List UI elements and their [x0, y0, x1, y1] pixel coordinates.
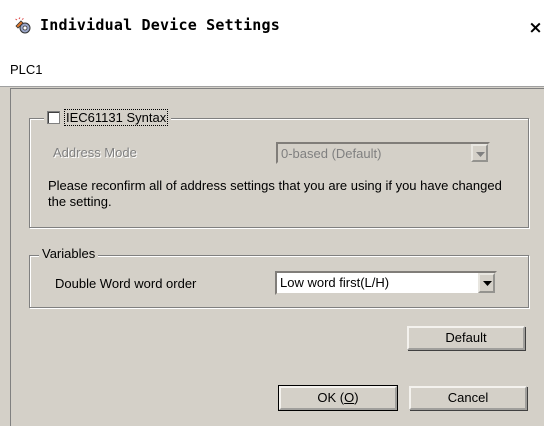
- cancel-button[interactable]: Cancel: [409, 386, 527, 410]
- iec-syntax-group: [29, 118, 529, 228]
- iec-syntax-checkbox[interactable]: [47, 111, 60, 124]
- iec-syntax-label[interactable]: IEC61131 Syntax: [64, 109, 169, 126]
- address-mode-value: 0-based (Default): [281, 146, 382, 161]
- title-bar: Individual Device Settings ×: [0, 0, 544, 56]
- ok-button-mnemonic: O: [344, 390, 355, 405]
- dword-order-label: Double Word word order: [55, 276, 197, 291]
- window-title: Individual Device Settings: [40, 16, 280, 34]
- close-button[interactable]: ×: [527, 18, 544, 38]
- iec-syntax-legend: IEC61131 Syntax: [44, 109, 172, 129]
- default-button[interactable]: Default: [407, 326, 525, 350]
- individual-device-settings-dialog: Individual Device Settings × PLC1 IEC611…: [0, 0, 544, 426]
- device-name: PLC1: [10, 62, 43, 77]
- address-reconfirm-note: Please reconfirm all of address settings…: [48, 178, 502, 209]
- ok-button-label-suffix: ): [354, 390, 359, 405]
- dword-order-value: Low word first(L/H): [280, 275, 390, 290]
- ok-button-label-prefix: OK (: [317, 390, 345, 405]
- address-mode-select[interactable]: 0-based (Default): [276, 142, 490, 164]
- dword-order-select[interactable]: Low word first(L/H): [275, 271, 497, 295]
- chevron-down-icon: [471, 144, 488, 162]
- variables-legend: Variables: [39, 246, 99, 261]
- ok-button[interactable]: OK (O): [278, 385, 398, 411]
- device-name-bar: PLC1: [0, 56, 544, 87]
- address-mode-label: Address Mode: [53, 145, 137, 160]
- chevron-down-icon[interactable]: [478, 273, 495, 293]
- device-settings-icon: [14, 17, 32, 35]
